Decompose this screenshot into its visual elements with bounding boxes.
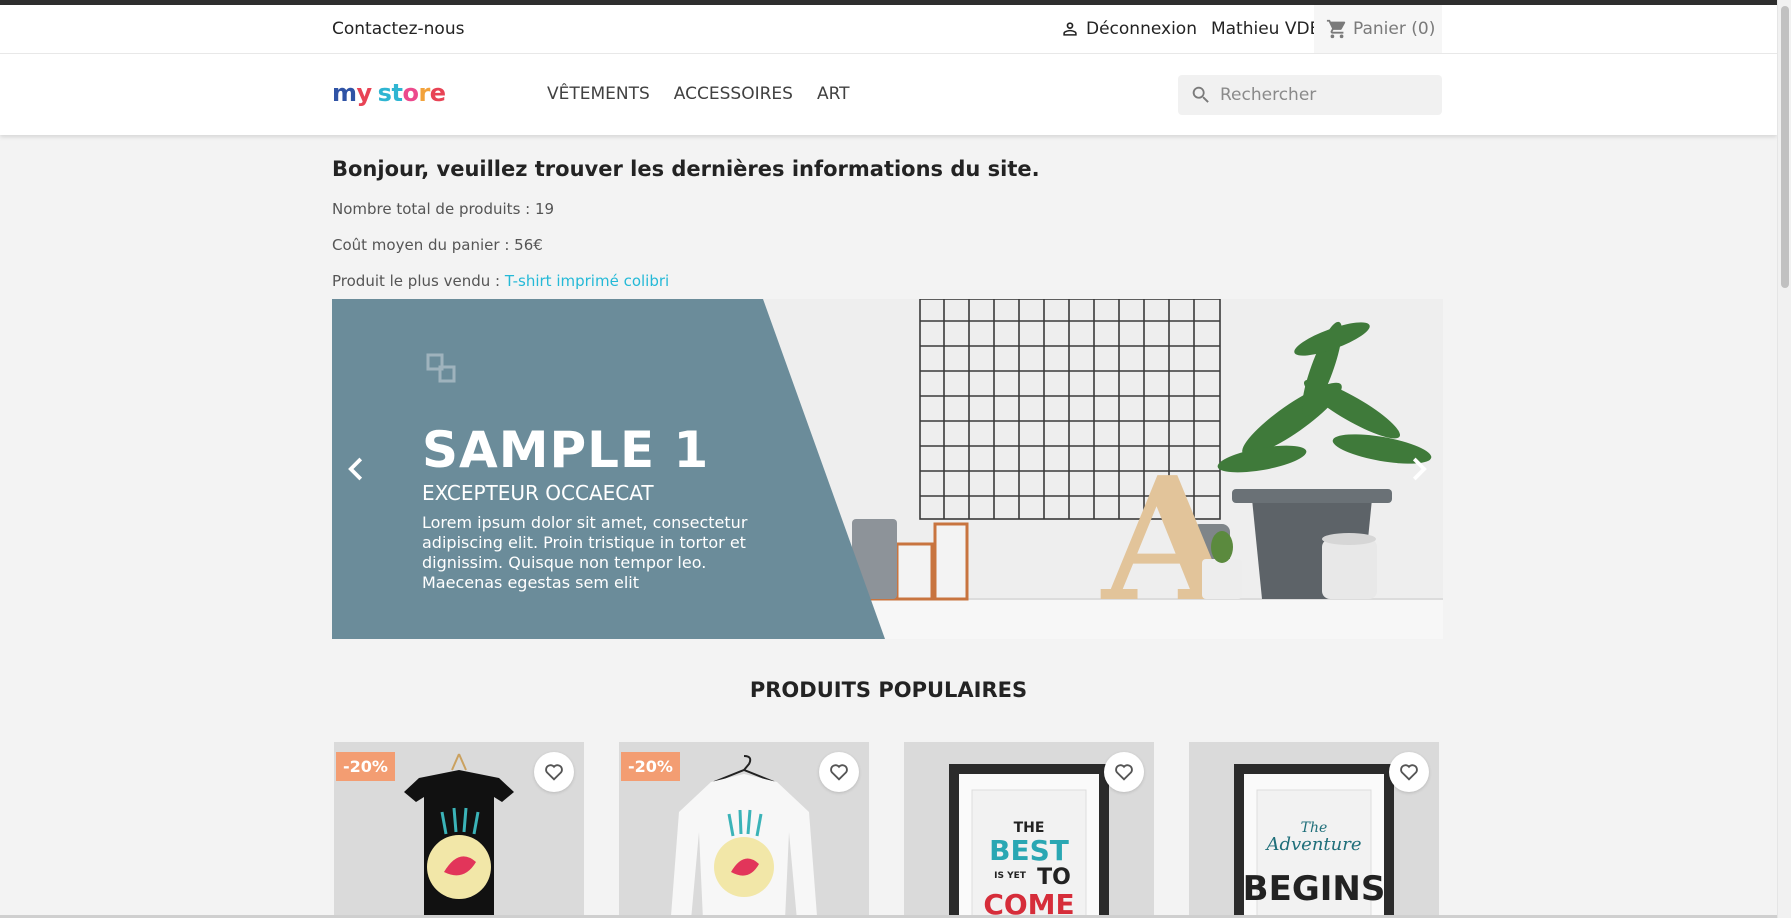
store-info: Bonjour, veuillez trouver les dernières … — [332, 157, 1040, 299]
product-card[interactable]: -20% — [334, 742, 584, 918]
slide-title: SAMPLE 1 — [422, 421, 710, 479]
logo-letter: e — [429, 79, 446, 107]
image-slider[interactable]: A SAMPLE 1 EXCEPTEUR OCCAECAT Lorem ipsu… — [332, 299, 1443, 639]
slide-text: Lorem ipsum dolor sit amet, consectetur … — [422, 513, 748, 592]
poster-best-line: IS YET — [994, 871, 1027, 881]
logo-letter: s — [377, 79, 392, 107]
average-cart: Coût moyen du panier : 56€ — [332, 236, 543, 254]
discount-badge: -20% — [336, 752, 395, 781]
logo-letter: t — [391, 79, 403, 107]
header-divider — [0, 53, 1777, 54]
heart-icon — [1400, 764, 1418, 781]
info-title: Bonjour, veuillez trouver les dernières … — [332, 157, 1040, 181]
heart-icon — [545, 764, 563, 781]
logo-letter: o — [402, 79, 419, 107]
product-card[interactable]: -20% — [619, 742, 869, 918]
poster-best-line: BEST — [989, 834, 1069, 867]
total-products: Nombre total de produits : 19 — [332, 200, 555, 218]
slide-subtitle: EXCEPTEUR OCCAECAT — [422, 481, 654, 505]
search-box[interactable] — [1178, 75, 1442, 115]
poster-adventure-line: Adventure — [1264, 834, 1361, 855]
wishlist-button[interactable] — [819, 752, 859, 792]
page-scrollbar[interactable] — [1777, 0, 1791, 918]
menu-item-art[interactable]: ART — [817, 84, 850, 104]
chevron-right-icon[interactable] — [1403, 452, 1433, 486]
heart-icon — [1115, 764, 1133, 781]
logo-letter: y — [356, 79, 373, 107]
store-logo[interactable]: my store — [332, 79, 446, 107]
wishlist-button[interactable] — [534, 752, 574, 792]
product-list: -20% -20% THE BEST IS YET TO COME The Adventure B… — [334, 742, 1439, 918]
menu-item-accessoires[interactable]: ACCESSOIRES — [674, 84, 793, 104]
cart-button[interactable]: Panier (0) — [1314, 5, 1442, 53]
search-icon[interactable] — [1190, 84, 1212, 106]
slide-caption: SAMPLE 1 EXCEPTEUR OCCAECAT Lorem ipsum … — [422, 421, 752, 593]
user-nav: Déconnexion Mathieu VDB — [1060, 19, 1321, 39]
best-seller: Produit le plus vendu : T-shirt imprimé … — [332, 263, 1040, 299]
best-seller-link[interactable]: T-shirt imprimé colibri — [505, 272, 669, 290]
heart-icon — [830, 764, 848, 781]
product-card[interactable]: The Adventure BEGINS — [1189, 742, 1439, 918]
logo-letter: r — [418, 79, 430, 107]
product-card[interactable]: THE BEST IS YET TO COME — [904, 742, 1154, 918]
wishlist-button[interactable] — [1389, 752, 1429, 792]
menu-item-vetements[interactable]: VÊTEMENTS — [547, 84, 650, 104]
discount-badge: -20% — [621, 752, 680, 781]
search-input[interactable] — [1220, 85, 1420, 105]
popular-products-title: PRODUITS POPULAIRES — [749, 678, 1028, 702]
site-header: Contactez-nous Déconnexion Mathieu VDB P… — [0, 5, 1777, 135]
cart-count: (0) — [1411, 19, 1436, 39]
chevron-left-icon[interactable] — [342, 452, 372, 486]
cart-label: Panier — [1353, 19, 1406, 39]
cart-icon — [1326, 19, 1346, 39]
poster-best-line: TO — [1037, 865, 1071, 890]
contact-link[interactable]: Contactez-nous — [332, 19, 464, 39]
wishlist-button[interactable] — [1104, 752, 1144, 792]
user-icon — [1063, 22, 1077, 36]
scrollbar-thumb[interactable] — [1781, 6, 1789, 288]
logout-link[interactable]: Déconnexion — [1086, 19, 1197, 39]
logo-letter: m — [332, 79, 357, 107]
poster-best-line: COME — [983, 888, 1074, 918]
best-seller-prefix: Produit le plus vendu : — [332, 272, 505, 290]
account-link[interactable]: Mathieu VDB — [1211, 19, 1321, 39]
main-menu: VÊTEMENTS ACCESSOIRES ART — [547, 84, 850, 104]
poster-adventure-line: BEGINS — [1243, 869, 1386, 909]
